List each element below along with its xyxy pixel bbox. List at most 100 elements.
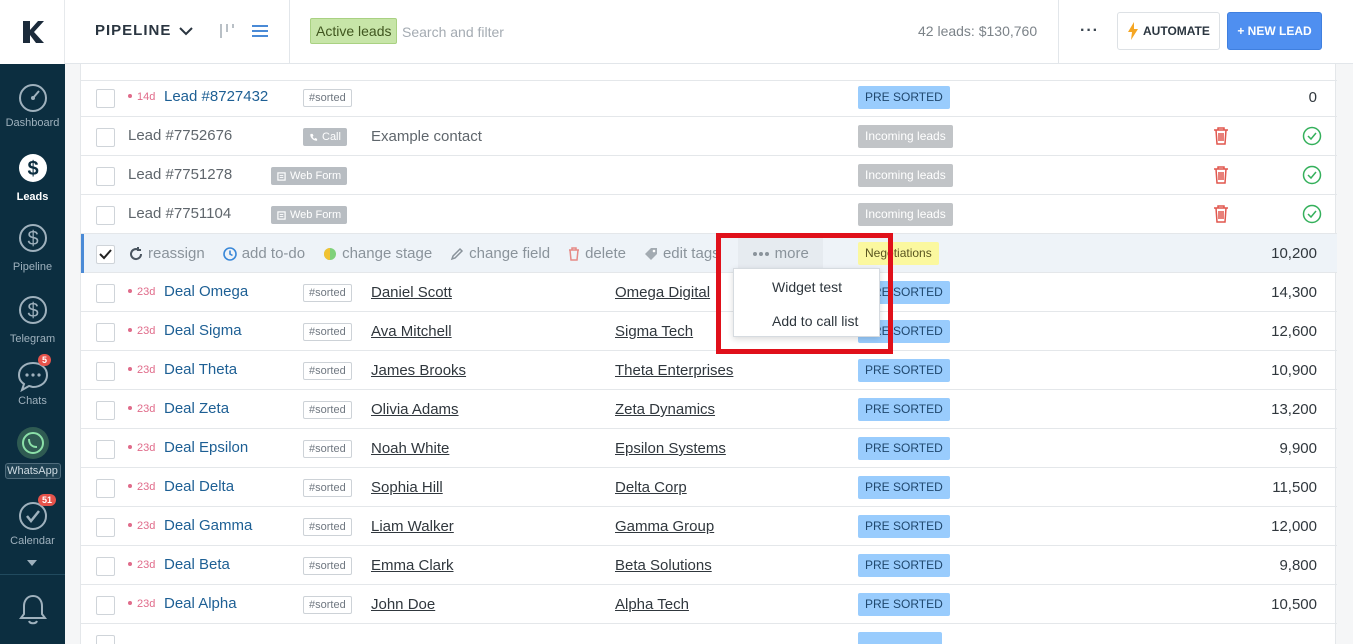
row-checkbox[interactable] xyxy=(96,635,115,644)
trash-icon[interactable] xyxy=(1213,205,1229,223)
contact-name[interactable]: Example contact xyxy=(371,128,482,145)
sidebar-item-whatsapp[interactable]: WhatsApp xyxy=(0,426,65,479)
row-checkbox[interactable] xyxy=(96,557,115,576)
table-row[interactable]: Lead #7751278 Web Form Incoming leads xyxy=(81,156,1337,195)
lead-name[interactable]: Deal Theta xyxy=(164,361,237,378)
sidebar-item-calendar[interactable]: 51 Calendar xyxy=(0,494,65,547)
table-row[interactable]: Lead #7752676 Call Example contact Incom… xyxy=(81,117,1337,156)
new-lead-button[interactable]: + NEW LEAD xyxy=(1227,12,1322,50)
lead-name[interactable]: Lead #7751278 xyxy=(128,166,232,183)
automate-button[interactable]: AUTOMATE xyxy=(1117,12,1220,50)
table-row[interactable]: 23d Deal Zeta #sorted Olivia Adams Zeta … xyxy=(81,390,1337,429)
kommo-logo[interactable] xyxy=(0,0,65,64)
table-row[interactable]: 23d Deal Theta #sorted James Brooks Thet… xyxy=(81,351,1337,390)
trash-icon[interactable] xyxy=(1213,127,1229,145)
table-row[interactable]: 14d Lead #8727432 #sorted PRE SORTED 0 xyxy=(81,78,1337,117)
menu-item-widget-test[interactable]: Widget test xyxy=(772,279,842,295)
row-checkbox[interactable] xyxy=(96,401,115,420)
lead-name[interactable]: Deal Delta xyxy=(164,478,234,495)
row-checkbox[interactable] xyxy=(96,596,115,615)
company-name[interactable]: Theta Enterprises xyxy=(615,362,733,379)
lead-tag[interactable]: #sorted xyxy=(303,596,352,614)
lead-name[interactable]: Lead #7751104 xyxy=(128,205,231,222)
company-name[interactable]: Zeta Dynamics xyxy=(615,401,715,418)
lead-tag[interactable]: #sorted xyxy=(303,440,352,458)
lead-tag[interactable]: #sorted xyxy=(303,518,352,536)
sidebar-item-telegram[interactable]: $ Telegram xyxy=(0,290,65,345)
contact-name[interactable]: Daniel Scott xyxy=(371,284,452,301)
contact-name[interactable]: Ava Mitchell xyxy=(371,323,452,340)
add-todo-button[interactable]: add to-do xyxy=(222,245,305,262)
lead-tag[interactable]: #sorted xyxy=(303,479,352,497)
edit-tags-button[interactable]: edit tags xyxy=(644,245,720,262)
table-row-selected[interactable]: reassign add to-do change stage change f… xyxy=(81,234,1337,273)
change-field-button[interactable]: change field xyxy=(450,245,550,262)
lead-name[interactable]: Deal Zeta xyxy=(164,400,229,417)
company-name[interactable]: Delta Corp xyxy=(615,479,687,496)
lead-source-tag[interactable]: Web Form xyxy=(271,206,348,224)
company-name[interactable]: Gamma Group xyxy=(615,518,714,535)
company-name[interactable]: Epsilon Systems xyxy=(615,440,726,457)
active-leads-filter-chip[interactable]: Active leads xyxy=(310,18,398,44)
table-row[interactable]: Lead #7751104 Web Form Incoming leads xyxy=(81,195,1337,234)
more-options-button[interactable]: ··· xyxy=(1080,22,1099,40)
row-checkbox-checked[interactable] xyxy=(96,245,115,264)
list-view-icon[interactable] xyxy=(250,21,270,41)
contact-name[interactable]: James Brooks xyxy=(371,362,466,379)
lead-name[interactable]: Deal Epsilon xyxy=(164,439,248,456)
row-checkbox[interactable] xyxy=(96,89,115,108)
contact-name[interactable]: John Doe xyxy=(371,596,435,613)
change-stage-button[interactable]: change stage xyxy=(323,245,432,262)
lead-tag[interactable]: #sorted xyxy=(303,401,352,419)
lead-tag[interactable]: #sorted xyxy=(303,323,352,341)
lead-name[interactable]: Deal Beta xyxy=(164,556,230,573)
lead-tag[interactable]: #sorted xyxy=(303,89,352,107)
row-checkbox[interactable] xyxy=(96,323,115,342)
table-row[interactable]: 23d Deal Omega #sorted Daniel Scott Omeg… xyxy=(81,273,1337,312)
contact-name[interactable]: Noah White xyxy=(371,440,449,457)
check-circle-icon[interactable] xyxy=(1302,165,1322,185)
lead-source-tag[interactable]: Web Form xyxy=(271,167,348,185)
lead-name[interactable]: Deal Omega xyxy=(164,283,248,300)
check-circle-icon[interactable] xyxy=(1302,204,1322,224)
row-checkbox[interactable] xyxy=(96,167,115,186)
company-name[interactable]: Omega Digital xyxy=(615,284,710,301)
menu-item-add-to-call-list[interactable]: Add to call list xyxy=(772,313,858,329)
lead-tag[interactable]: #sorted xyxy=(303,284,352,302)
row-checkbox[interactable] xyxy=(96,440,115,459)
company-name[interactable]: Alpha Tech xyxy=(615,596,689,613)
contact-name[interactable]: Sophia Hill xyxy=(371,479,443,496)
contact-name[interactable]: Liam Walker xyxy=(371,518,454,535)
lead-source-tag[interactable]: Call xyxy=(303,128,347,146)
company-name[interactable]: Sigma Tech xyxy=(615,323,693,340)
lead-name[interactable]: Lead #8727432 xyxy=(164,88,268,105)
row-checkbox[interactable] xyxy=(96,128,115,147)
row-checkbox[interactable] xyxy=(96,284,115,303)
table-row[interactable]: 23d Deal Sigma #sorted Ava Mitchell Sigm… xyxy=(81,312,1337,351)
sidebar-item-chats[interactable]: 5 Chats xyxy=(0,354,65,407)
sidebar-expand-arrow-icon[interactable] xyxy=(27,560,37,566)
table-row[interactable]: 23d Deal Delta #sorted Sophia Hill Delta… xyxy=(81,468,1337,507)
pipeline-selector[interactable]: PIPELINE xyxy=(95,22,194,39)
company-name[interactable]: Beta Solutions xyxy=(615,557,712,574)
sidebar-item-dashboard[interactable]: Dashboard xyxy=(0,82,65,129)
contact-name[interactable]: Emma Clark xyxy=(371,557,454,574)
table-row[interactable]: 23d Deal Beta #sorted Emma Clark Beta So… xyxy=(81,546,1337,585)
lead-tag[interactable]: #sorted xyxy=(303,362,352,380)
lead-name[interactable]: Deal Gamma xyxy=(164,517,252,534)
lead-name[interactable]: Deal Alpha xyxy=(164,595,237,612)
row-checkbox[interactable] xyxy=(96,206,115,225)
table-row[interactable]: 23d Deal Alpha #sorted John Doe Alpha Te… xyxy=(81,585,1337,624)
table-row[interactable]: 23d Deal Epsilon #sorted Noah White Epsi… xyxy=(81,429,1337,468)
sidebar-item-pipeline[interactable]: $ Pipeline xyxy=(0,218,65,273)
contact-name[interactable]: Olivia Adams xyxy=(371,401,459,418)
bell-icon[interactable] xyxy=(17,592,49,626)
lead-name[interactable]: Deal Sigma xyxy=(164,322,242,339)
row-checkbox[interactable] xyxy=(96,518,115,537)
sidebar-item-leads[interactable]: $ Leads xyxy=(0,148,65,203)
trash-icon[interactable] xyxy=(1213,166,1229,184)
row-checkbox[interactable] xyxy=(96,362,115,381)
lead-name[interactable]: Lead #7752676 xyxy=(128,127,232,144)
reassign-button[interactable]: reassign xyxy=(129,245,205,262)
kanban-view-icon[interactable] xyxy=(218,20,236,42)
